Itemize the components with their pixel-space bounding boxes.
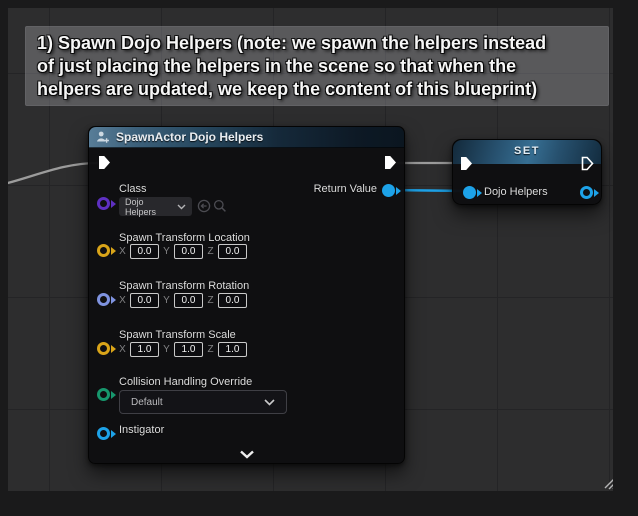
pin-circle <box>463 186 476 199</box>
scale-pin-label: Spawn Transform Scale <box>119 329 236 341</box>
exec-out-pin[interactable] <box>384 155 397 170</box>
rotation-y-input[interactable]: 0.0 <box>174 293 203 308</box>
pin-arrow <box>396 187 401 195</box>
comment-node[interactable]: 1) Spawn Dojo Helpers (note: we spawn th… <box>25 26 609 106</box>
spawn-node-header: SpawnActor Dojo Helpers <box>89 127 404 148</box>
pin-arrow <box>111 345 116 353</box>
pin-circle <box>97 293 110 306</box>
axis-label-z: Z <box>207 246 214 257</box>
set-output-pin[interactable] <box>580 186 599 199</box>
pin-circle <box>97 244 110 257</box>
collision-dropdown-value: Default <box>131 397 163 408</box>
pin-arrow <box>594 189 599 197</box>
axis-label-y: Y <box>163 344 170 355</box>
location-y-input[interactable]: 0.0 <box>174 244 203 259</box>
pin-arrow <box>111 296 116 304</box>
pin-circle <box>97 427 110 440</box>
spawn-actor-node[interactable]: SpawnActor Dojo Helpers Class Dojo Helpe… <box>88 126 405 464</box>
comment-text-line: of just placing the helpers in the scene… <box>37 55 597 78</box>
return-value-pin[interactable] <box>382 184 401 197</box>
pin-circle <box>97 197 110 210</box>
scale-y-input[interactable]: 1.0 <box>174 342 203 357</box>
axis-label-z: Z <box>207 344 214 355</box>
collision-pin[interactable] <box>97 388 116 401</box>
pin-arrow <box>111 247 116 255</box>
class-pin[interactable] <box>97 197 116 210</box>
class-pin-label: Class <box>119 183 147 195</box>
comment-text-line: helpers are updated, we keep the content… <box>37 78 597 101</box>
axis-label-z: Z <box>207 295 214 306</box>
set-node-title: SET <box>514 145 540 164</box>
instigator-pin[interactable] <box>97 427 116 440</box>
instigator-pin-label: Instigator <box>119 424 164 436</box>
set-input-pin[interactable] <box>463 186 482 199</box>
pin-arrow <box>111 200 116 208</box>
class-dropdown-value: Dojo Helpers <box>125 197 177 217</box>
location-pin-label: Spawn Transform Location <box>119 232 250 244</box>
spawn-actor-icon <box>96 130 110 144</box>
wire-exec-incoming[interactable] <box>8 163 98 184</box>
spawn-node-title: SpawnActor Dojo Helpers <box>116 127 263 147</box>
rotation-z-input[interactable]: 0.0 <box>218 293 247 308</box>
scale-z-input[interactable]: 1.0 <box>218 342 247 357</box>
scale-xyz-row: X 1.0 Y 1.0 Z 1.0 <box>119 342 247 357</box>
return-value-label: Return Value <box>314 183 377 195</box>
blueprint-editor-frame: 1) Spawn Dojo Helpers (note: we spawn th… <box>0 0 638 516</box>
chevron-down-icon <box>239 450 255 459</box>
graph-panel[interactable]: 1) Spawn Dojo Helpers (note: we spawn th… <box>8 8 613 491</box>
expand-node-button[interactable] <box>89 450 404 459</box>
location-z-input[interactable]: 0.0 <box>218 244 247 259</box>
rotation-x-input[interactable]: 0.0 <box>130 293 159 308</box>
pin-circle <box>580 186 593 199</box>
location-xyz-row: X 0.0 Y 0.0 Z 0.0 <box>119 244 247 259</box>
axis-label-x: X <box>119 295 126 306</box>
axis-label-y: Y <box>163 295 170 306</box>
set-node[interactable]: SET Dojo Helpers <box>452 139 602 205</box>
exec-in-pin[interactable] <box>98 155 111 170</box>
pin-arrow <box>111 430 116 438</box>
comment-text-line: 1) Spawn Dojo Helpers (note: we spawn th… <box>37 32 597 55</box>
rotation-pin[interactable] <box>97 293 116 306</box>
pin-circle <box>382 184 395 197</box>
pin-arrow <box>111 391 116 399</box>
collision-dropdown[interactable]: Default <box>119 390 287 414</box>
axis-label-x: X <box>119 246 126 257</box>
location-x-input[interactable]: 0.0 <box>130 244 159 259</box>
set-variable-label: Dojo Helpers <box>484 186 548 198</box>
chevron-down-icon <box>177 204 186 210</box>
collision-pin-label: Collision Handling Override <box>119 376 252 388</box>
pin-circle <box>97 342 110 355</box>
pin-circle <box>97 388 110 401</box>
browse-search-icon[interactable] <box>213 199 227 213</box>
axis-label-y: Y <box>163 246 170 257</box>
set-exec-in-pin[interactable] <box>460 156 473 171</box>
pin-arrow <box>477 189 482 197</box>
location-pin[interactable] <box>97 244 116 257</box>
class-dropdown[interactable]: Dojo Helpers <box>119 197 192 216</box>
set-node-header: SET <box>453 140 601 164</box>
rotation-xyz-row: X 0.0 Y 0.0 Z 0.0 <box>119 293 247 308</box>
set-exec-out-pin[interactable] <box>581 156 594 171</box>
scale-pin[interactable] <box>97 342 116 355</box>
use-asset-icon[interactable] <box>197 199 211 213</box>
scale-x-input[interactable]: 1.0 <box>130 342 159 357</box>
axis-label-x: X <box>119 344 126 355</box>
chevron-down-icon <box>264 399 275 406</box>
rotation-pin-label: Spawn Transform Rotation <box>119 280 249 292</box>
